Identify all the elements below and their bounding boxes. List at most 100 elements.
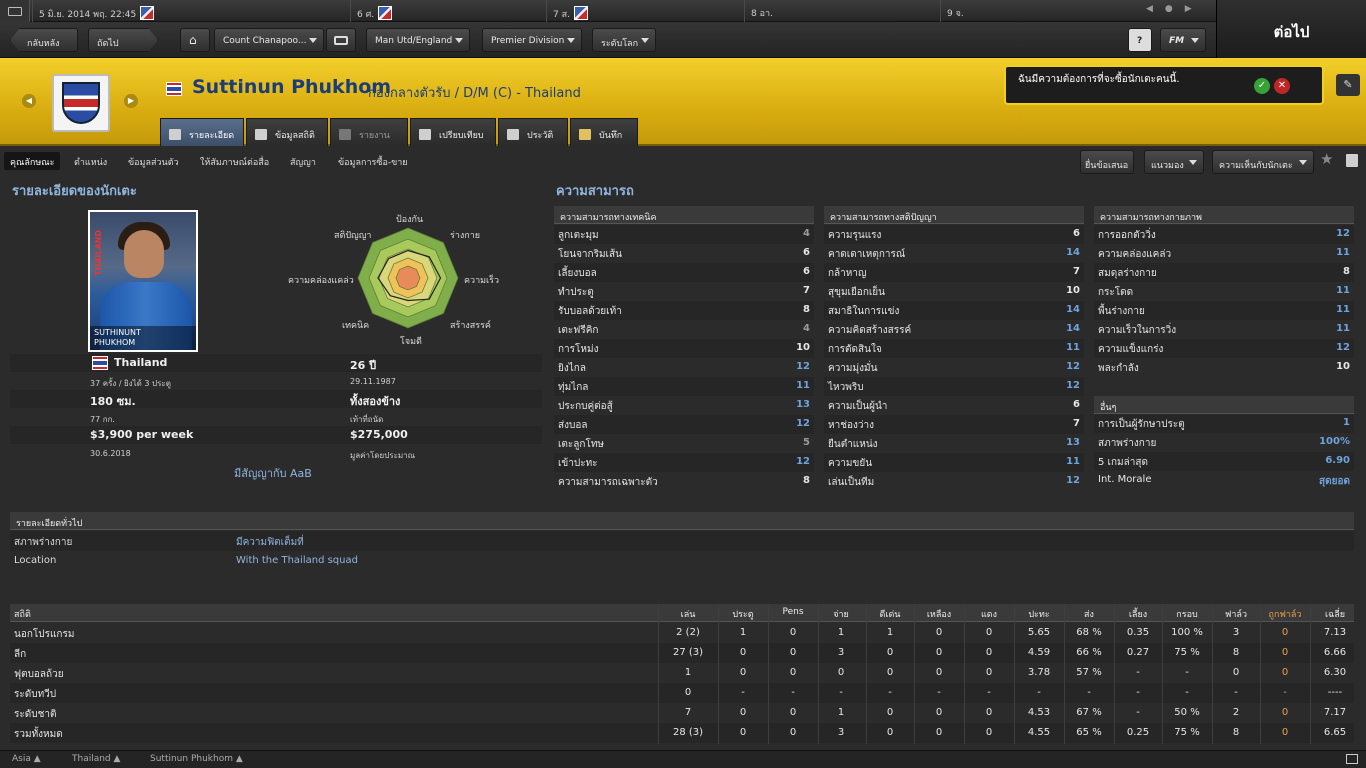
- stats-cell: รวมทั้งหมด: [14, 729, 63, 740]
- wrench-icon[interactable]: ✎: [1336, 74, 1360, 96]
- attribute-name: ความมุ่งมั่น: [828, 363, 878, 374]
- stats-cell: -: [1234, 687, 1238, 698]
- tab-label: รายงาน: [359, 131, 390, 141]
- stats-column-header[interactable]: เหลือง: [914, 607, 964, 621]
- dismiss-icon[interactable]: ✕: [1274, 78, 1290, 94]
- stats-column-header[interactable]: กรอบ: [1162, 607, 1212, 621]
- contracted-club-link[interactable]: มีสัญญากับ AaB: [234, 464, 312, 482]
- stats-column-header[interactable]: เฉลี่ย: [1310, 607, 1360, 621]
- tab-compare[interactable]: เปรียบเทียบ: [410, 118, 496, 146]
- tab-notes[interactable]: บันทึก: [570, 118, 638, 146]
- stats-column-header[interactable]: ปะทะ: [1014, 607, 1064, 621]
- subnav-attributes[interactable]: คุณลักษณะ: [4, 152, 61, 170]
- stats-row[interactable]: ระดับทวีป 0- - - - - - - - - - - - ----: [10, 683, 1354, 703]
- fm-menu-button[interactable]: FM: [1160, 28, 1206, 52]
- tab-stats[interactable]: ข้อมูลสถิติ: [246, 118, 328, 146]
- stats-cell: -: [839, 687, 843, 698]
- view-dropdown[interactable]: แนวมอง: [1144, 150, 1204, 174]
- attribute-name: ทำประตู: [558, 287, 594, 298]
- subnav-media[interactable]: ให้สัมภาษณ์ต่อสื่อ: [194, 152, 275, 170]
- stats-cell: 0: [886, 707, 894, 718]
- forward-button[interactable]: ถัดไป: [88, 28, 158, 52]
- calendar-day-label: 6 ศ.: [357, 10, 375, 20]
- help-button[interactable]: ?: [1128, 28, 1152, 52]
- breadcrumb-item[interactable]: Thailand ▲: [72, 754, 120, 764]
- stats-cell: 6.65: [1323, 727, 1347, 738]
- star-icon[interactable]: ★: [1320, 150, 1333, 168]
- nationality[interactable]: Thailand: [114, 356, 167, 369]
- attribute-row: ไหวพริบ 12: [824, 377, 1084, 396]
- attribute-row: เข้าปะทะ 12: [554, 453, 814, 472]
- calendar-day[interactable]: 9 จ.: [940, 0, 1136, 22]
- calendar-day[interactable]: 8 อา.: [744, 0, 940, 22]
- attribute-name: ความคล่องแคล่ว: [1098, 249, 1172, 260]
- column-divider: [1064, 604, 1065, 744]
- tab-report[interactable]: รายงาน: [330, 118, 408, 146]
- calendar-nav[interactable]: ◀●▶: [1146, 4, 1206, 18]
- next-player-icon[interactable]: ▶: [124, 94, 138, 108]
- stats-column-header[interactable]: ดีเด่น: [866, 607, 914, 621]
- calendar-day[interactable]: 7 ส.: [546, 0, 742, 22]
- stats-cell: 0: [1281, 707, 1289, 718]
- stats-cell: -: [791, 687, 795, 698]
- nation-flag-icon: [166, 82, 182, 96]
- stats-column-header[interactable]: ส่ง: [1064, 607, 1114, 621]
- subnav-contract[interactable]: สัญญา: [284, 152, 322, 170]
- stats-row[interactable]: ลีก 27 (3) 0 0 3 0 0 0 4.59 66 % 0.27 75 % 8 0 6.66: [10, 643, 1354, 663]
- level-dropdown[interactable]: ระดับโลก: [592, 28, 656, 52]
- subnav-transfer[interactable]: ข้อมูลการซื้อ-ขาย: [332, 152, 414, 170]
- subnav-positions[interactable]: ตำแหน่ง: [68, 152, 113, 170]
- stats-column-header[interactable]: จ่าย: [818, 607, 864, 621]
- manager-dropdown[interactable]: Count Chanapoo...: [214, 28, 324, 52]
- calendar-day[interactable]: 6 ศ.: [350, 0, 546, 22]
- profile-icon: [169, 129, 181, 140]
- help-icon: ?: [1137, 36, 1143, 46]
- stats-cell: -: [1283, 687, 1287, 698]
- stats-cell: 0: [739, 707, 747, 718]
- radar-label-technique: เทคนิค: [342, 321, 370, 331]
- inbox-button[interactable]: [326, 28, 356, 52]
- stats-column-header[interactable]: ประตู: [718, 607, 768, 621]
- crumb-label: Thailand: [72, 754, 111, 764]
- stats-cell: -: [1185, 687, 1189, 698]
- stats-row[interactable]: ฟุตบอลถ้วย 1 0 0 0 0 0 0 3.78 57 % - - 0 0 6.30: [10, 663, 1354, 683]
- column-divider: [658, 604, 659, 744]
- accept-icon[interactable]: ✓: [1254, 78, 1270, 94]
- stats-column-header[interactable]: ถูกฟาล์ว: [1260, 607, 1310, 621]
- stats-cell: -: [987, 687, 991, 698]
- tab-history[interactable]: ประวัติ: [498, 118, 568, 146]
- stats-column-header[interactable]: ฟาล์ว: [1212, 607, 1260, 621]
- general-row: สภาพร่างกาย มีความฟิตเต็มที่: [10, 531, 1354, 551]
- attribute-value: 11: [1336, 285, 1350, 296]
- subnav-personal[interactable]: ข้อมูลส่วนตัว: [122, 152, 185, 170]
- attribute-row: ทุ่มไกล 11: [554, 377, 814, 396]
- team-dropdown[interactable]: Man Utd/England: [366, 28, 470, 52]
- player-header: ◀ ▶ Suttinun Phukhom กองกลางตัวรับ / D/M…: [0, 58, 1366, 146]
- make-offer-button[interactable]: ยื่นข้อเสนอ: [1080, 150, 1134, 174]
- stats-row[interactable]: รวมทั้งหมด 28 (3) 0 0 3 0 0 0 4.55 65 % 0.25 75 % 8 0…: [10, 723, 1354, 743]
- prev-player-icon[interactable]: ◀: [22, 94, 36, 108]
- stats-row[interactable]: ระดับชาติ 7 0 0 1 0 0 0 4.53 67 % - 50 % 2 0 7.17: [10, 703, 1354, 723]
- stats-cell: 5.65: [1027, 627, 1051, 638]
- stats-column-header[interactable]: สถิติ: [14, 607, 31, 621]
- back-button[interactable]: กลับหลัง: [10, 28, 78, 52]
- stats-column-header[interactable]: Pens: [768, 607, 818, 617]
- breadcrumb-item[interactable]: Suttinun Phukhom ▲: [150, 754, 243, 764]
- stats-column-header[interactable]: เล่น: [658, 607, 718, 621]
- home-button[interactable]: ⌂: [180, 28, 210, 52]
- stats-column-header[interactable]: เลี้ยง: [1114, 607, 1162, 621]
- league-dropdown[interactable]: Premier Division: [482, 28, 582, 52]
- opinion-dropdown[interactable]: ความเห็นกับนักเตะ: [1212, 150, 1314, 174]
- attribute-value: 11: [1336, 304, 1350, 315]
- notepad-icon[interactable]: [1346, 154, 1358, 167]
- screen-icon[interactable]: [1346, 754, 1358, 764]
- continue-button[interactable]: ต่อไป: [1216, 0, 1366, 58]
- stats-cell: 0: [837, 667, 845, 678]
- calendar-day-today[interactable]: 5 มิ.ย. 2014 พฤ. 22:45: [32, 0, 350, 22]
- stats-column-header[interactable]: แดง: [964, 607, 1014, 621]
- menu-button[interactable]: [0, 0, 30, 22]
- tab-details[interactable]: รายละเอียด: [160, 118, 244, 146]
- league-label: Premier Division: [491, 36, 565, 46]
- stats-row[interactable]: นอกโปรแกรม 2 (2) 1 0 1 1 0 0 5.65 68 % 0.35 100 % 3 0…: [10, 623, 1354, 643]
- breadcrumb-item[interactable]: Asia ▲: [12, 754, 41, 764]
